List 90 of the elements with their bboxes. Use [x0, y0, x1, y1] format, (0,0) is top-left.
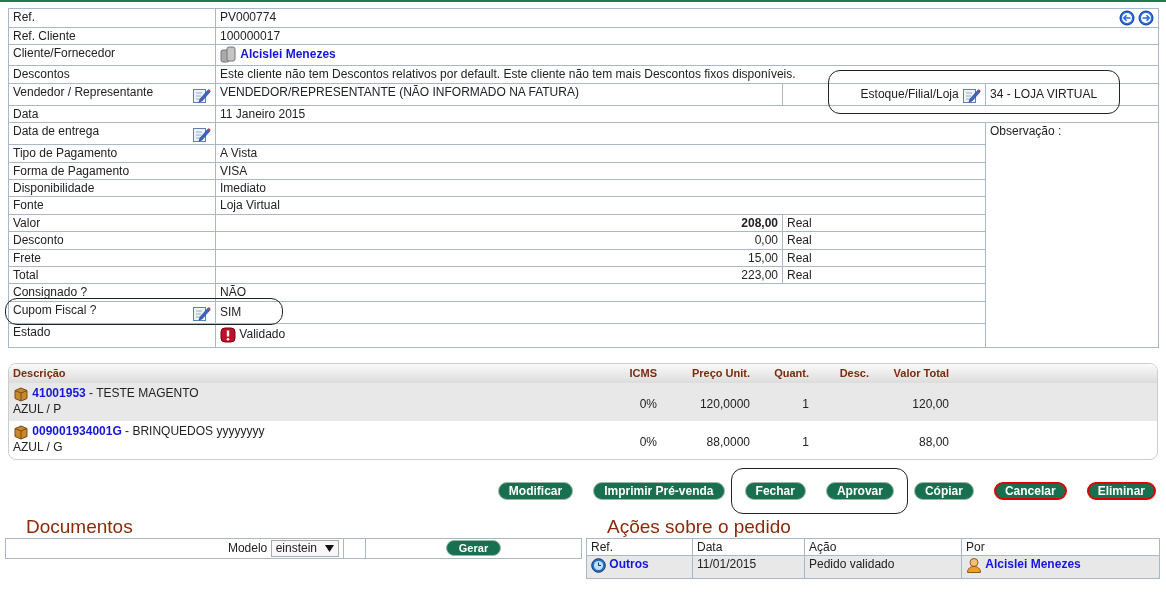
column-header: Desc.: [839, 366, 869, 379]
generate-button[interactable]: Gerar: [445, 540, 502, 557]
field-label: Consignado ?: [13, 285, 88, 300]
previous-arrow-icon[interactable]: [1118, 10, 1135, 26]
section-title: Documentos: [25, 515, 134, 538]
field-label: Disponibilidade: [13, 180, 95, 195]
table-cell: 88,00: [918, 434, 949, 449]
field-value: 11 Janeiro 2015: [220, 106, 306, 121]
amount-value: 0,00: [754, 233, 778, 248]
field-value: Imediato: [220, 180, 267, 195]
currency-unit: Real: [787, 250, 812, 265]
field-label: Total: [13, 267, 39, 282]
next-arrow-icon[interactable]: [1138, 10, 1154, 26]
field-value: A Vista: [220, 146, 258, 161]
table-cell: 1: [802, 396, 809, 411]
field-label: Estado: [13, 324, 51, 339]
table-cell: 120,00: [912, 396, 949, 411]
field-label: Valor: [13, 215, 41, 230]
currency-unit: Real: [787, 215, 812, 230]
column-header: Data: [697, 539, 723, 554]
table-cell: 1: [802, 434, 809, 449]
column-header: ICMS: [629, 366, 657, 379]
caret-icon: [325, 544, 334, 552]
field-label: Frete: [13, 250, 41, 265]
column-header: Preço Unit.: [691, 366, 750, 379]
field-value: VISA: [220, 163, 248, 178]
column-header: Quant.: [774, 366, 809, 379]
field-label: Modelo: [227, 540, 268, 555]
table-cell: 0%: [639, 434, 657, 449]
field-value: Este cliente não tem Descontos relativos por default. Este cliente não tem mais Descontos fixos disponíveis.: [220, 67, 796, 82]
action-button[interactable]: Fechar: [744, 481, 806, 500]
field-label: Vendedor / Representante: [13, 84, 154, 99]
field-value: Loja Virtual: [220, 198, 280, 213]
product-description: - BRINQUEDOS yyyyyyyy: [124, 424, 265, 439]
field-value: NÃO: [220, 285, 246, 300]
table-cell: 11/01/2015: [697, 557, 757, 572]
product-description: - TESTE MAGENTO: [88, 386, 199, 401]
observation-label: Observação :: [990, 124, 1062, 139]
building-icon: [220, 46, 237, 64]
model-dropdown[interactable]: einstein: [270, 539, 339, 557]
field-label: Desconto: [13, 233, 64, 248]
action-button[interactable]: Aprovar: [825, 481, 894, 500]
product-link[interactable]: 41001953: [32, 386, 86, 401]
amount-value: 15,00: [747, 250, 778, 265]
column-header: Por: [966, 539, 985, 554]
client-link[interactable]: Alcislei Menezes: [240, 47, 336, 62]
field-label: Data de entrega: [13, 124, 100, 139]
product-link[interactable]: 009001934001G: [32, 424, 122, 439]
column-header: Ref.: [591, 539, 613, 554]
edit-icon[interactable]: [192, 125, 211, 144]
box-icon: [13, 385, 29, 402]
action-button[interactable]: Imprimir Pré-venda: [593, 481, 725, 500]
action-button[interactable]: Cópiar: [913, 481, 974, 500]
field-value: VENDEDOR/REPRESENTANTE (NÃO INFORMADO NA FATURA): [220, 84, 579, 99]
field-label: Data: [13, 106, 39, 121]
table-cell: 0%: [639, 396, 657, 411]
danger-button[interactable]: Cancelar: [993, 481, 1067, 500]
field-value: PV000774: [220, 10, 277, 24]
field-value: 100000017: [220, 29, 281, 43]
status-text: Validado: [239, 327, 286, 342]
column-header: Descrição: [13, 366, 66, 379]
amount-value: 223,00: [741, 267, 778, 282]
clock-icon: [591, 557, 606, 573]
field-label: Cupom Fiscal ?: [13, 302, 97, 317]
field-label: Ref. Cliente: [13, 29, 76, 43]
currency-unit: Real: [787, 267, 812, 282]
user-icon: [966, 557, 982, 574]
currency-unit: Real: [787, 233, 812, 248]
table-cell: Pedido validado: [809, 557, 895, 572]
field-value: SIM: [220, 305, 242, 319]
field-label: Estoque/Filial/Loja: [860, 86, 959, 101]
column-header: Ação: [809, 539, 837, 554]
field-label: Forma de Pagamento: [13, 163, 130, 178]
field-label: Tipo de Pagamento: [13, 146, 118, 161]
product-variant: AZUL / P: [13, 401, 62, 416]
section-title: Ações sobre o pedido: [606, 515, 792, 538]
product-variant: AZUL / G: [13, 439, 63, 454]
danger-button[interactable]: Eliminar: [1086, 481, 1156, 500]
table-cell: 88,0000: [706, 434, 750, 449]
field-label: Ref.: [13, 10, 35, 24]
column-header: Valor Total: [893, 366, 949, 379]
field-label: Fonte: [13, 198, 44, 213]
box-icon: [13, 423, 29, 440]
field-label: Descontos: [13, 67, 70, 82]
field-label: Cliente/Fornecedor: [13, 46, 116, 61]
amount-value: 208,00: [741, 215, 778, 230]
field-value: 34 - LOJA VIRTUAL: [990, 87, 1098, 102]
action-button[interactable]: Modificar: [497, 481, 574, 500]
alert-icon: [220, 327, 236, 344]
table-cell: 120,0000: [699, 396, 750, 411]
